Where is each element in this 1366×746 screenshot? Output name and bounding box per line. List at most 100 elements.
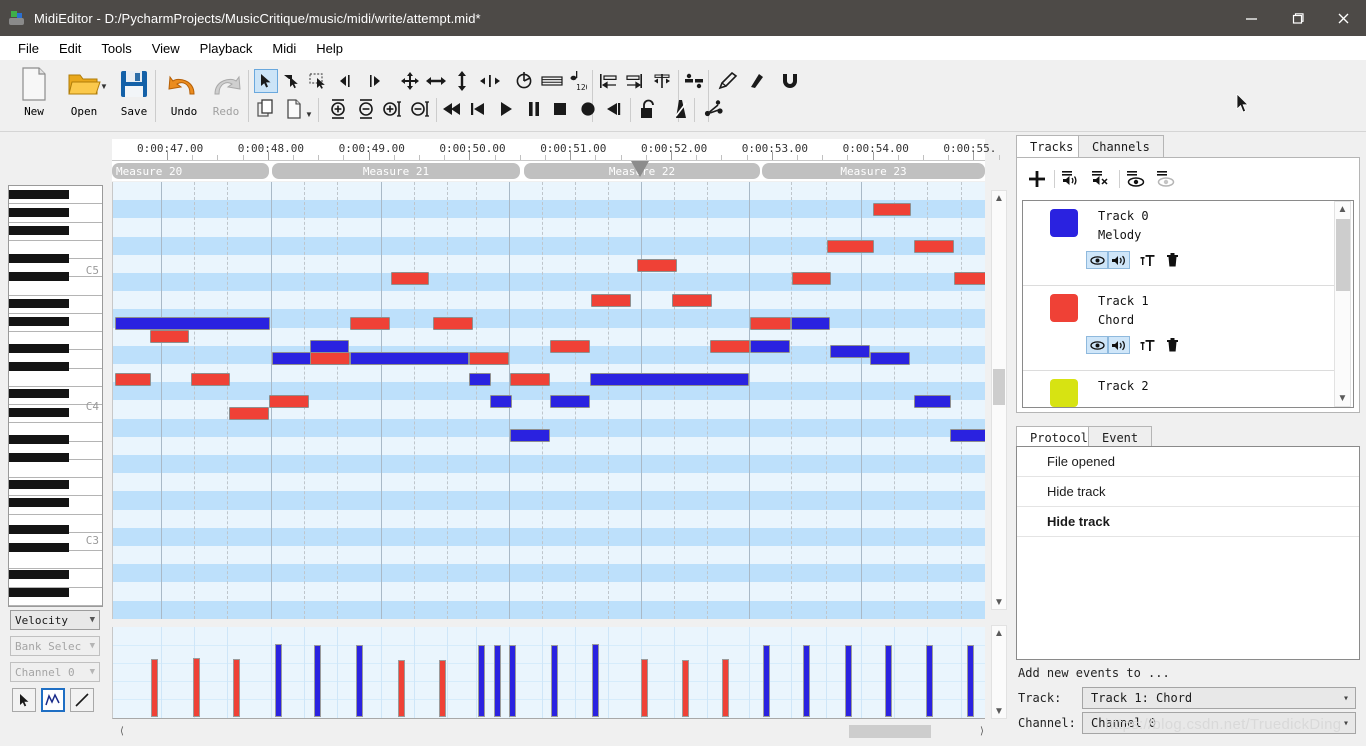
eye-icon[interactable] — [1086, 336, 1108, 354]
protocol-entry[interactable]: Hide track — [1017, 507, 1359, 537]
rename-icon[interactable] — [1136, 251, 1158, 269]
minimize-icon[interactable] — [1228, 0, 1274, 36]
piano-black-key[interactable] — [9, 344, 69, 353]
select-right-icon[interactable] — [280, 69, 304, 93]
velocity-bar[interactable] — [509, 645, 516, 717]
midi-note[interactable] — [272, 352, 311, 365]
add-track-icon[interactable] — [1022, 166, 1052, 192]
scroll-down-icon[interactable]: ▼ — [1335, 391, 1350, 406]
line-curve-mode-icon[interactable] — [41, 688, 65, 712]
speaker-icon[interactable] — [1108, 251, 1130, 269]
piano-keyboard[interactable]: C5 C4 C3 — [8, 185, 103, 607]
bank-select[interactable]: Bank Selec ▼ — [10, 636, 100, 656]
playhead-marker[interactable] — [631, 161, 649, 177]
play-icon[interactable] — [494, 97, 518, 121]
tracks-vscroll-thumb[interactable] — [1336, 219, 1350, 291]
midi-note[interactable] — [637, 259, 677, 272]
open-button[interactable]: Open — [58, 64, 110, 128]
measure-label[interactable]: Measure 23 — [762, 163, 985, 179]
select-box-icon[interactable] — [306, 69, 330, 93]
piano-black-key[interactable] — [9, 453, 69, 462]
track-color-swatch[interactable] — [1050, 209, 1078, 237]
copy-icon[interactable] — [254, 97, 278, 121]
midi-note[interactable] — [550, 395, 590, 408]
velocity-bar[interactable] — [845, 645, 852, 717]
track-color-swatch[interactable] — [1050, 379, 1078, 407]
midi-note[interactable] — [350, 352, 469, 365]
timeline-ruler[interactable]: 0:00:47.00 0:00:48.00 0:00:49.00 0:00:50.00… — [112, 139, 1050, 161]
tracks-list[interactable]: Track 0 Melody Track 1 Chord Track 2 — [1022, 200, 1354, 408]
move-horizontal-icon[interactable] — [424, 69, 448, 93]
glue-icon[interactable] — [682, 69, 706, 93]
midi-note[interactable] — [914, 240, 954, 253]
select-mode-icon[interactable] — [12, 688, 36, 712]
menu-playback[interactable]: Playback — [190, 39, 263, 58]
back-to-begin-icon[interactable] — [466, 97, 490, 121]
menu-view[interactable]: View — [142, 39, 190, 58]
midi-note[interactable] — [792, 272, 831, 285]
piano-black-key[interactable] — [9, 190, 69, 199]
save-button[interactable]: Save — [108, 64, 160, 128]
velocity-bar[interactable] — [885, 645, 892, 717]
quantize-icon[interactable] — [512, 69, 536, 93]
track-row[interactable]: Track 1 Chord — [1023, 286, 1337, 371]
scroll-left-icon[interactable]: ⟨ — [114, 723, 130, 739]
select-right-edge-icon[interactable] — [362, 69, 386, 93]
new-button[interactable]: New — [8, 64, 60, 128]
midi-note[interactable] — [954, 272, 985, 285]
velocity-bar[interactable] — [682, 660, 689, 717]
delete-icon[interactable] — [1161, 336, 1183, 354]
hide-all-tracks-icon[interactable] — [1152, 166, 1182, 192]
protocol-list[interactable]: File opened Hide track Hide track — [1016, 446, 1360, 660]
lock-icon[interactable] — [636, 97, 660, 121]
midi-note[interactable] — [590, 373, 749, 386]
piano-white-key[interactable] — [9, 551, 102, 570]
midi-note[interactable] — [550, 340, 590, 353]
midi-note[interactable] — [827, 240, 874, 253]
velocity-bar[interactable] — [314, 645, 321, 717]
piano-black-key[interactable] — [9, 543, 69, 552]
forward-icon[interactable] — [602, 97, 626, 121]
velocity-bar[interactable] — [193, 658, 200, 717]
zoom-vertical-in-icon[interactable] — [326, 97, 350, 121]
menu-edit[interactable]: Edit — [49, 39, 91, 58]
protocol-entry[interactable]: Hide track — [1017, 477, 1359, 507]
track-color-swatch[interactable] — [1050, 294, 1078, 322]
menu-midi[interactable]: Midi — [262, 39, 306, 58]
scroll-down-icon[interactable]: ▼ — [992, 595, 1006, 609]
scroll-down-icon[interactable]: ▼ — [992, 704, 1006, 718]
piano-black-key[interactable] — [9, 408, 69, 417]
grid-vertical-scrollbar[interactable]: ▲ ▼ — [991, 190, 1007, 610]
midi-note[interactable] — [391, 272, 429, 285]
menu-tools[interactable]: Tools — [91, 39, 141, 58]
piano-black-key[interactable] — [9, 254, 69, 263]
paste-icon[interactable] — [282, 97, 306, 121]
piano-black-key[interactable] — [9, 299, 69, 308]
piano-black-key[interactable] — [9, 389, 69, 398]
midi-note[interactable] — [750, 340, 790, 353]
speaker-icon[interactable] — [1108, 336, 1130, 354]
track-select[interactable]: Track 1: Chord ▾ — [1082, 687, 1356, 709]
grid-vscroll-thumb[interactable] — [993, 369, 1005, 405]
tempo-120-icon[interactable]: 120 — [566, 69, 590, 93]
midi-note[interactable] — [350, 317, 390, 330]
piano-white-key[interactable] — [9, 459, 102, 478]
stop-icon[interactable] — [548, 97, 572, 121]
measure-icon[interactable] — [540, 69, 564, 93]
tab-event[interactable]: Event — [1088, 426, 1153, 448]
velocity-pane[interactable] — [112, 627, 985, 719]
move-all-icon[interactable] — [398, 69, 422, 93]
piano-roll-grid[interactable] — [112, 182, 985, 619]
midi-note[interactable] — [591, 294, 631, 307]
scroll-up-icon[interactable]: ▲ — [992, 626, 1006, 640]
piano-black-key[interactable] — [9, 525, 69, 534]
zoom-vertical-out-icon[interactable] — [354, 97, 378, 121]
midi-note[interactable] — [490, 395, 512, 408]
close-icon[interactable] — [1320, 0, 1366, 36]
redo-button[interactable]: Redo — [200, 64, 252, 128]
velocity-bar[interactable] — [494, 645, 501, 717]
rename-icon[interactable] — [1136, 336, 1158, 354]
piano-white-key[interactable] — [9, 368, 102, 387]
velocity-bar[interactable] — [722, 659, 729, 717]
midi-note[interactable] — [510, 373, 550, 386]
